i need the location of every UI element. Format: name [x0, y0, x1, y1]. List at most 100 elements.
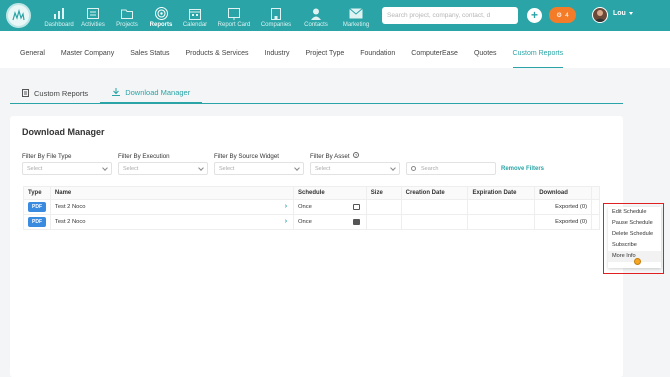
subnav-products-services[interactable]: Products & Services — [186, 31, 249, 68]
subnav-sales-status[interactable]: Sales Status — [130, 31, 169, 68]
header-name[interactable]: Name — [51, 187, 295, 199]
row-actions[interactable] — [592, 200, 599, 214]
pdf-badge: PDF — [28, 217, 46, 227]
table-row[interactable]: PDF Test 2 Noco › Once Exported (0) — [23, 215, 600, 230]
subnav-project-type[interactable]: Project Type — [305, 31, 344, 68]
tab-label: Custom Reports — [34, 88, 89, 98]
row-schedule: Once — [298, 219, 312, 225]
calendar-icon — [188, 7, 202, 20]
nav-contacts[interactable]: Contacts — [296, 0, 336, 31]
row-download-status[interactable]: Exported (0) — [555, 204, 587, 210]
bell-icon: ⚙ — [556, 12, 563, 19]
remove-filters-link[interactable]: Remove Filters — [501, 166, 544, 172]
page-title: Download Manager — [22, 127, 105, 137]
table-row[interactable]: PDF Test 2 Noco › Once Exported (0) — [23, 200, 600, 215]
nav-reports[interactable]: Reports — [144, 0, 178, 31]
downloads-table: Type Name Schedule Size Creation Date Ex… — [23, 186, 600, 230]
nav-label: Projects — [116, 22, 138, 28]
row-name: Test 2 Noco — [54, 204, 86, 210]
folder-icon — [120, 7, 134, 20]
subnav-custom-reports[interactable]: Custom Reports — [512, 31, 563, 68]
report-category-nav: General Master Company Sales Status Prod… — [0, 31, 670, 68]
header-download[interactable]: Download — [535, 187, 593, 199]
menu-item-pause-schedule[interactable]: Pause Schedule — [608, 218, 661, 229]
table-search-input[interactable]: Search — [406, 162, 496, 175]
calendar-list-icon — [86, 7, 100, 20]
subnav-quotes[interactable]: Quotes — [474, 31, 497, 68]
main-nav: Dashboard Activities Projects Reports Ca… — [42, 0, 376, 31]
nav-companies[interactable]: Companies — [256, 0, 296, 31]
app-logo[interactable] — [6, 3, 31, 28]
subnav-industry[interactable]: Industry — [265, 31, 290, 68]
avatar[interactable] — [592, 7, 608, 23]
subnav-master-company[interactable]: Master Company — [61, 31, 114, 68]
header-actions — [592, 187, 599, 199]
header-type[interactable]: Type — [24, 187, 51, 199]
nav-label: Dashboard — [44, 22, 74, 28]
menu-item-edit-schedule[interactable]: Edit Schedule — [608, 207, 661, 218]
row-size — [367, 200, 402, 214]
file-type-select[interactable]: Select — [22, 162, 112, 175]
row-expiration-date — [468, 215, 536, 229]
menu-item-subscribe[interactable]: Subscribe — [608, 240, 661, 251]
row-actions[interactable] — [592, 215, 599, 229]
select-placeholder: Select — [315, 166, 331, 172]
header-schedule[interactable]: Schedule — [294, 187, 367, 199]
select-placeholder: Select — [27, 166, 43, 172]
header-expiration-date[interactable]: Expiration Date — [468, 187, 536, 199]
global-search-input[interactable]: Search project, company, contact, d — [382, 7, 518, 24]
row-schedule: Once — [298, 204, 312, 210]
tab-custom-reports[interactable]: Custom Reports — [10, 82, 100, 104]
nav-calendar[interactable]: Calendar — [178, 0, 212, 31]
chevron-down-icon — [102, 165, 108, 171]
row-creation-date — [402, 215, 469, 229]
asset-select[interactable]: Select — [310, 162, 400, 175]
report-card-icon — [227, 7, 241, 20]
building-icon — [269, 7, 283, 20]
row-size — [367, 215, 402, 229]
filter-execution-label: Filter By Execution — [118, 153, 170, 160]
add-button[interactable]: + — [527, 8, 542, 23]
user-name[interactable]: Lou — [613, 10, 626, 17]
chevron-right-icon[interactable]: › — [285, 218, 287, 225]
menu-item-delete-schedule[interactable]: Delete Schedule — [608, 229, 661, 240]
nav-label: Companies — [260, 22, 292, 28]
subnav-foundation[interactable]: Foundation — [360, 31, 395, 68]
top-navigation-bar: Dashboard Activities Projects Reports Ca… — [0, 0, 670, 31]
source-widget-select[interactable]: Select — [214, 162, 304, 175]
chevron-right-icon[interactable]: › — [285, 203, 287, 210]
schedule-calendar-icon[interactable] — [352, 204, 360, 210]
schedule-calendar-icon[interactable] — [352, 219, 360, 225]
nav-label: Marketing — [342, 22, 370, 28]
table-header: Type Name Schedule Size Creation Date Ex… — [23, 186, 600, 200]
nav-label: Contacts — [304, 22, 328, 28]
row-expiration-date — [468, 200, 536, 214]
nav-report-card[interactable]: Report Card — [212, 0, 256, 31]
chevron-down-icon[interactable] — [629, 12, 633, 15]
target-icon — [154, 7, 168, 20]
search-placeholder: Search — [421, 166, 439, 172]
subnav-computerease[interactable]: ComputerEase — [411, 31, 458, 68]
filter-file-type-label: Filter By File Type — [22, 153, 72, 160]
nav-activities[interactable]: Activities — [76, 0, 110, 31]
chevron-down-icon — [390, 165, 396, 171]
nav-label: Activities — [81, 22, 105, 28]
tab-download-manager[interactable]: Download Manager — [100, 82, 203, 104]
custom-reports-tabs: Custom Reports Download Manager — [10, 82, 623, 104]
nav-projects[interactable]: Projects — [110, 0, 144, 31]
mouse-cursor — [634, 258, 641, 265]
subnav-general[interactable]: General — [20, 31, 45, 68]
row-download-status[interactable]: Exported (0) — [555, 219, 587, 225]
notification-button[interactable]: ⚙ 4 — [549, 7, 576, 23]
header-creation-date[interactable]: Creation Date — [402, 187, 469, 199]
download-icon — [112, 88, 121, 96]
header-size[interactable]: Size — [367, 187, 402, 199]
execution-select[interactable]: Select — [118, 162, 208, 175]
nav-marketing[interactable]: Marketing — [336, 0, 376, 31]
help-icon[interactable]: ? — [353, 152, 359, 158]
nav-label: Report Card — [217, 22, 251, 28]
row-creation-date — [402, 200, 469, 214]
person-icon — [309, 7, 323, 20]
nav-dashboard[interactable]: Dashboard — [42, 0, 76, 31]
nav-label: Reports — [149, 22, 173, 28]
